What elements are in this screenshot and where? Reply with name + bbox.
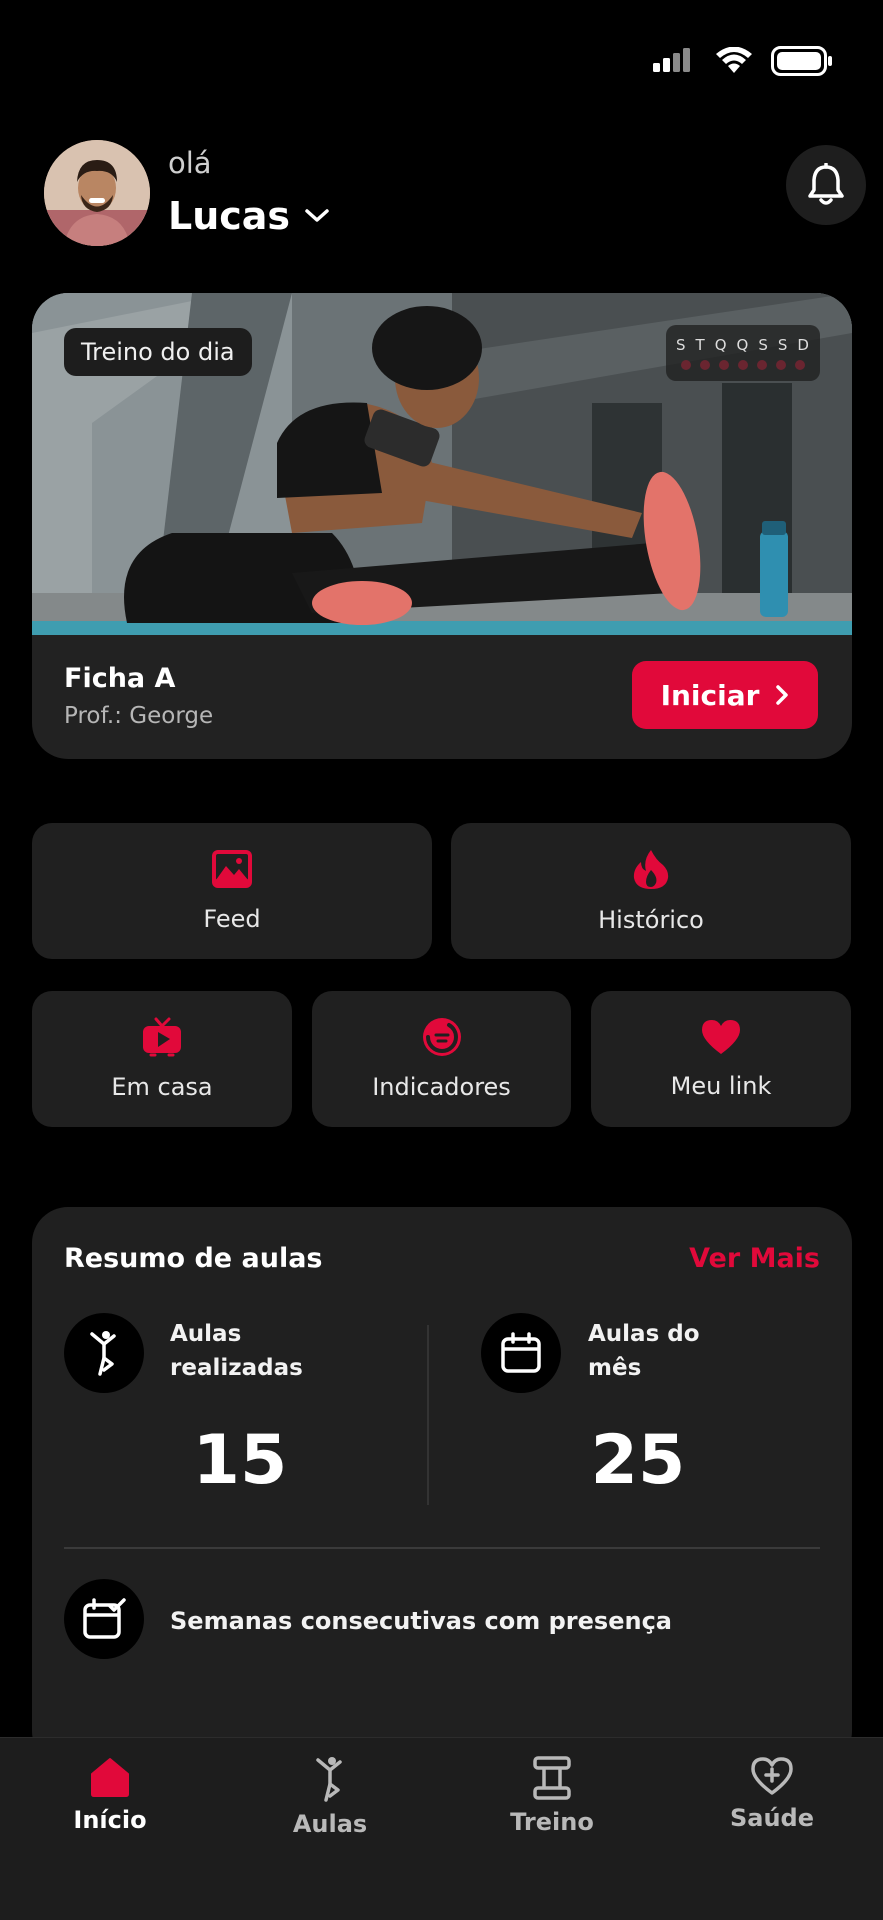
nav-item-workout[interactable]: Treino bbox=[462, 1756, 642, 1836]
classes-done-label-line2: realizadas bbox=[170, 1355, 303, 1381]
week-day-label: Q bbox=[714, 336, 728, 354]
week-tracker: STQQSSD bbox=[666, 325, 820, 381]
start-workout-button[interactable]: Iniciar bbox=[632, 661, 818, 729]
instructor-name: Prof.: George bbox=[64, 703, 214, 729]
week-day-dot bbox=[776, 360, 786, 370]
shortcut-my-link-label: Meu link bbox=[670, 1072, 772, 1100]
week-day-label: S bbox=[777, 336, 789, 354]
classes-summary-card: Resumo de aulas Ver Mais Aulas realizada… bbox=[32, 1207, 852, 1767]
heart-plus-icon bbox=[751, 1757, 793, 1795]
battery-icon bbox=[771, 46, 832, 76]
notifications-button[interactable] bbox=[786, 145, 866, 225]
see-more-link[interactable]: Ver Mais bbox=[689, 1243, 820, 1274]
classes-done-label: Aulas realizadas bbox=[170, 1317, 303, 1385]
classes-month-label-line1: Aulas do bbox=[588, 1321, 700, 1347]
heart-icon bbox=[702, 1020, 740, 1054]
shortcut-feed[interactable]: Feed bbox=[32, 823, 432, 959]
shortcut-indicators[interactable]: Indicadores bbox=[312, 991, 571, 1127]
week-day-dot bbox=[757, 360, 767, 370]
home-icon bbox=[91, 1758, 129, 1797]
nav-item-classes[interactable]: Aulas bbox=[240, 1756, 420, 1838]
greeting: olá bbox=[168, 146, 212, 180]
bottom-navigation: Início Aulas Treino Saúde bbox=[0, 1737, 883, 1920]
shortcut-home-label: Em casa bbox=[111, 1073, 213, 1101]
status-bar bbox=[653, 46, 833, 76]
image-icon bbox=[212, 850, 252, 888]
nav-classes-label: Aulas bbox=[292, 1810, 368, 1838]
user-name: Lucas bbox=[168, 194, 291, 238]
wifi-icon bbox=[716, 47, 752, 73]
week-day-label: D bbox=[797, 336, 810, 354]
classes-done-value: 15 bbox=[192, 1421, 288, 1500]
shortcut-home-workout[interactable]: Em casa bbox=[32, 991, 292, 1127]
week-day-dot bbox=[719, 360, 729, 370]
week-day-label: S bbox=[676, 336, 687, 354]
user-name-selector[interactable]: Lucas bbox=[168, 194, 330, 238]
shortcut-feed-label: Feed bbox=[203, 905, 261, 933]
gauge-icon bbox=[422, 1018, 461, 1056]
yoga-pose-icon bbox=[90, 1331, 116, 1376]
week-day-dot bbox=[738, 360, 748, 370]
calendar-check-icon bbox=[83, 1598, 126, 1639]
shortcut-history[interactable]: Histórico bbox=[451, 823, 851, 959]
avatar-image bbox=[44, 140, 150, 246]
week-day-dot bbox=[681, 360, 691, 370]
yoga-pose-icon bbox=[316, 1757, 342, 1802]
workout-tag: Treino do dia bbox=[64, 328, 252, 376]
nav-item-health[interactable]: Saúde bbox=[682, 1756, 862, 1832]
week-day-dot bbox=[700, 360, 710, 370]
workout-name: Ficha A bbox=[64, 663, 176, 694]
classes-done-label-line1: Aulas bbox=[170, 1321, 242, 1347]
shortcut-history-label: Histórico bbox=[598, 906, 704, 934]
classes-month-label-line2: mês bbox=[588, 1355, 642, 1381]
start-label: Iniciar bbox=[660, 678, 760, 712]
nav-item-home[interactable]: Início bbox=[20, 1756, 200, 1834]
workout-of-the-day-card[interactable]: Treino do dia STQQSSD Ficha A Prof.: Geo… bbox=[32, 293, 852, 759]
nav-workout-label: Treino bbox=[510, 1808, 594, 1836]
shortcut-my-link[interactable]: Meu link bbox=[591, 991, 851, 1127]
stats-divider bbox=[427, 1325, 429, 1505]
week-day-label: T bbox=[695, 336, 706, 354]
summary-divider bbox=[64, 1547, 820, 1549]
classes-month-value: 25 bbox=[590, 1421, 686, 1500]
chevron-right-icon bbox=[776, 685, 789, 705]
classes-done-badge bbox=[64, 1313, 144, 1393]
week-day-label: Q bbox=[736, 336, 750, 354]
classes-month-badge bbox=[481, 1313, 561, 1393]
flame-icon bbox=[633, 850, 669, 889]
nav-home-label: Início bbox=[73, 1806, 147, 1834]
shortcut-indicators-label: Indicadores bbox=[372, 1073, 511, 1101]
week-day-dot bbox=[795, 360, 805, 370]
dumbbell-icon bbox=[533, 1756, 571, 1800]
calendar-icon bbox=[501, 1332, 541, 1373]
streak-badge bbox=[64, 1579, 144, 1659]
classes-month-label: Aulas do mês bbox=[588, 1317, 700, 1385]
week-day-label: S bbox=[758, 336, 769, 354]
tv-icon bbox=[143, 1017, 181, 1057]
nav-health-label: Saúde bbox=[729, 1804, 815, 1832]
summary-title: Resumo de aulas bbox=[64, 1243, 323, 1274]
chevron-down-icon bbox=[305, 209, 329, 222]
streak-label: Semanas consecutivas com presença bbox=[170, 1607, 672, 1635]
avatar[interactable] bbox=[44, 140, 150, 246]
signal-icon bbox=[653, 48, 690, 72]
bell-icon bbox=[808, 163, 844, 205]
